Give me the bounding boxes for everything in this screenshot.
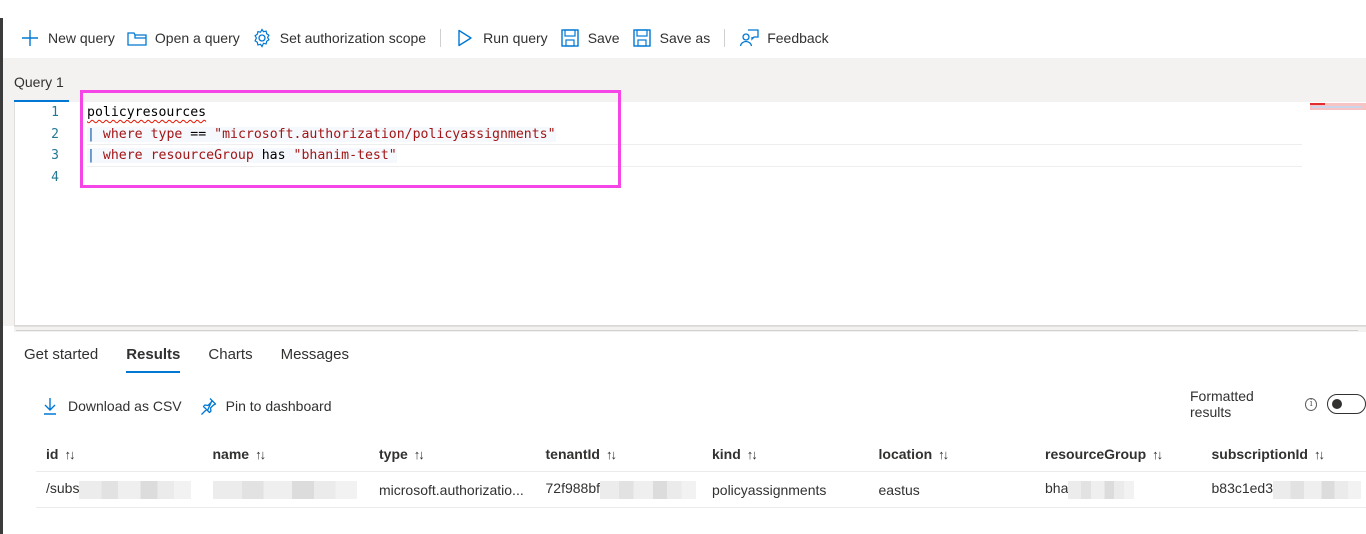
- tab-query-1[interactable]: Query 1: [14, 74, 64, 96]
- gear-icon: [252, 28, 272, 48]
- save-button[interactable]: Save: [554, 22, 626, 54]
- column-header-kind[interactable]: kind ↑↓: [702, 446, 869, 462]
- redacted-value: [212, 480, 357, 499]
- query-editor[interactable]: 1 2 3 4 policyresources | where type == …: [14, 102, 1366, 326]
- tab-messages[interactable]: Messages: [271, 340, 359, 373]
- folder-icon: [127, 28, 147, 48]
- pin-icon: [198, 396, 218, 416]
- operator-token: ==: [190, 126, 207, 142]
- sort-icon[interactable]: ↑↓: [747, 447, 758, 462]
- sort-icon[interactable]: ↑↓: [255, 447, 266, 462]
- column-header-subscriptionid[interactable]: subscriptionId ↑↓: [1202, 446, 1366, 462]
- pin-to-dashboard-label: Pin to dashboard: [225, 398, 332, 414]
- set-authorization-scope-button[interactable]: Set authorization scope: [246, 22, 432, 54]
- keyword-token: where: [102, 148, 143, 163]
- new-query-label: New query: [48, 30, 115, 46]
- tab-charts[interactable]: Charts: [198, 340, 262, 373]
- field-token: type: [150, 126, 183, 142]
- redacted-value: [1273, 480, 1362, 499]
- cell-tenantid[interactable]: 72f988bf: [536, 480, 703, 499]
- line-number: 2: [51, 126, 59, 142]
- cell-kind[interactable]: policyassignments: [702, 482, 869, 498]
- tab-results[interactable]: Results: [116, 340, 190, 373]
- run-query-label: Run query: [483, 30, 548, 46]
- grid-header-row: id ↑↓ name ↑↓ type ↑↓ tenantId ↑↓ kind ↑↓ loc…: [36, 436, 1366, 472]
- save-label: Save: [587, 30, 620, 46]
- keyword-token: where: [102, 126, 143, 142]
- feedback-button[interactable]: Feedback: [733, 22, 834, 54]
- column-header-resourcegroup[interactable]: resourceGroup ↑↓: [1035, 446, 1202, 462]
- cell-id[interactable]: /subs: [36, 480, 203, 499]
- operator-token: has: [261, 148, 286, 163]
- sort-icon[interactable]: ↑↓: [64, 447, 75, 462]
- line-number: 1: [51, 105, 59, 120]
- code-line-1: policyresources: [87, 102, 1302, 124]
- feedback-icon: [739, 28, 759, 48]
- open-query-button[interactable]: Open a query: [121, 22, 246, 54]
- field-token: resourceGroup: [150, 148, 254, 163]
- cell-type[interactable]: microsoft.authorizatio...: [369, 482, 536, 498]
- sort-icon[interactable]: ↑↓: [1314, 447, 1325, 462]
- sort-icon[interactable]: ↑↓: [606, 447, 617, 462]
- formatted-results-toggle[interactable]: [1327, 394, 1366, 414]
- save-icon: [560, 28, 580, 48]
- column-header-name[interactable]: name ↑↓: [203, 446, 370, 462]
- play-icon: [455, 28, 475, 48]
- sort-icon[interactable]: ↑↓: [1152, 447, 1163, 462]
- redacted-value: [79, 480, 192, 499]
- column-header-type[interactable]: type ↑↓: [369, 446, 536, 462]
- pipe-token: |: [87, 148, 95, 163]
- download-icon: [40, 396, 60, 416]
- toolbar: New query Open a query Set authorization…: [14, 22, 835, 54]
- pipe-token: |: [87, 126, 95, 142]
- results-actions: Download as CSV Pin to dashboard: [40, 396, 347, 416]
- toggle-knob: [1332, 399, 1343, 409]
- download-csv-button[interactable]: Download as CSV: [40, 396, 182, 416]
- sort-icon[interactable]: ↑↓: [414, 447, 425, 462]
- column-header-tenantid[interactable]: tenantId ↑↓: [536, 446, 703, 462]
- table-name-token: policyresources: [87, 105, 207, 120]
- download-csv-label: Download as CSV: [68, 398, 182, 414]
- toolbar-divider: [440, 29, 442, 47]
- save-as-button[interactable]: Save as: [626, 22, 717, 54]
- code-area[interactable]: policyresources | where type == "microso…: [87, 102, 1302, 188]
- formatted-results-label: Formatted results: [1190, 388, 1254, 420]
- results-grid: id ↑↓ name ↑↓ type ↑↓ tenantId ↑↓ kind ↑↓ loc…: [36, 436, 1366, 508]
- cell-location[interactable]: eastus: [869, 482, 1036, 498]
- redacted-value: [600, 480, 696, 499]
- info-icon[interactable]: i: [1304, 397, 1318, 411]
- code-line-3: | where resourceGroup has "bhanim-test": [87, 145, 1302, 167]
- sort-icon[interactable]: ↑↓: [938, 447, 949, 462]
- editor-minimap[interactable]: [1310, 103, 1366, 110]
- cell-subscriptionid[interactable]: b83c1ed3: [1202, 480, 1366, 499]
- results-tabs: Get started Results Charts Messages: [14, 340, 367, 373]
- table-row[interactable]: /subs microsoft.authorizatio... 72f988bf…: [36, 472, 1366, 508]
- save-as-label: Save as: [659, 30, 711, 46]
- run-query-button[interactable]: Run query: [449, 22, 554, 54]
- new-query-button[interactable]: New query: [14, 22, 121, 54]
- column-header-location[interactable]: location ↑↓: [869, 446, 1036, 462]
- formatted-results-control: Formatted results i: [1190, 388, 1366, 420]
- redacted-value: [1068, 480, 1135, 499]
- toolbar-divider: [724, 29, 726, 47]
- line-number: 4: [51, 169, 59, 185]
- set-authorization-scope-label: Set authorization scope: [279, 30, 427, 46]
- cell-name[interactable]: [203, 480, 370, 499]
- feedback-label: Feedback: [767, 30, 829, 46]
- pane-splitter[interactable]: [14, 326, 1366, 332]
- plus-icon: [20, 28, 40, 48]
- line-number-gutter: 1 2 3 4: [15, 102, 73, 188]
- pin-to-dashboard-button[interactable]: Pin to dashboard: [198, 396, 332, 416]
- string-token: "microsoft.authorization/policyassignmen…: [214, 126, 556, 142]
- string-token: "bhanim-test": [293, 148, 397, 163]
- code-line-2: | where type == "microsoft.authorization…: [87, 124, 1302, 146]
- save-as-icon: [632, 28, 652, 48]
- line-number: 3: [51, 148, 59, 163]
- open-query-label: Open a query: [154, 30, 240, 46]
- cell-resourcegroup[interactable]: bha: [1035, 480, 1202, 499]
- tab-get-started[interactable]: Get started: [14, 340, 108, 373]
- column-header-id[interactable]: id ↑↓: [36, 446, 203, 462]
